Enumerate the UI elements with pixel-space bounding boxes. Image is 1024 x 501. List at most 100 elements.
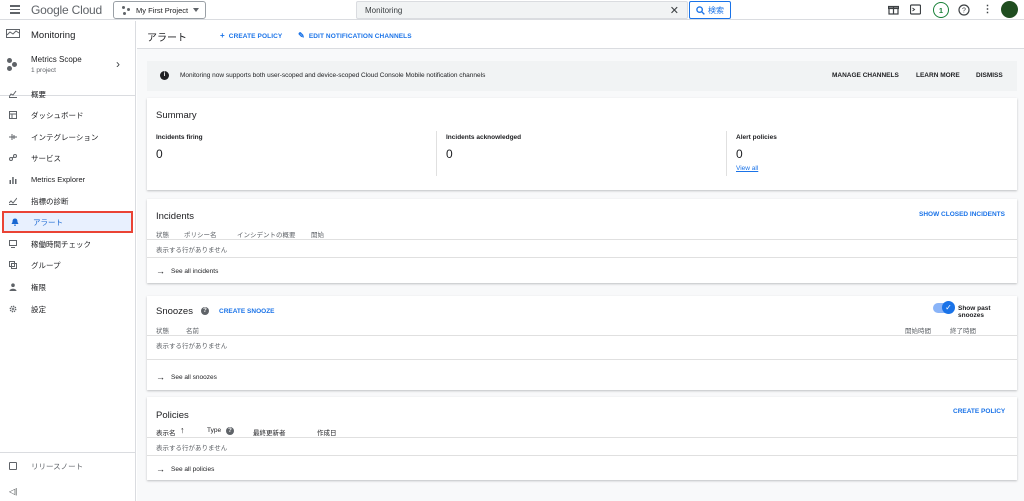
release-notes-link[interactable]: リリースノート [0,452,135,478]
column-header[interactable]: 最終更新者 [253,427,286,437]
search-icon [696,5,705,15]
sidebar-item-services[interactable]: サービス [0,147,135,168]
sidebar-item-integrations[interactable]: インテグレーション [0,126,135,147]
divider [147,455,1017,456]
arrow-right-icon: → [156,266,165,276]
sidebar-item-groups[interactable]: グループ [0,254,135,275]
search-button[interactable]: 検索 [689,1,731,19]
create-policy-label: CREATE POLICY [228,33,283,40]
gift-icon[interactable] [887,3,900,16]
project-selector[interactable]: My First Project [113,1,206,19]
scope-subtitle: 1 project [31,67,56,74]
column-header[interactable]: 名前 [186,325,199,335]
services-icon [9,154,17,161]
edit-notification-channels-button[interactable]: ✎ EDIT NOTIFICATION CHANNELS [298,31,412,40]
menu-icon[interactable] [10,5,20,14]
chart-area-icon [9,90,17,98]
sidebar-item-permissions[interactable]: 権限 [0,276,135,297]
column-header[interactable]: Type [207,427,221,434]
notification-badge[interactable]: 1 [933,2,949,18]
sidebar-item-dashboards[interactable]: ダッシュボード [0,104,135,125]
column-header[interactable]: 終了時間 [950,325,976,335]
groups-icon [9,261,17,269]
column-header[interactable]: ポリシー名 [184,229,217,239]
sidebar-item-alerting[interactable]: アラート [2,211,133,233]
incidents-title: Incidents [156,211,195,222]
help-icon[interactable]: ? [957,3,970,16]
incidents-acknowledged-label: Incidents acknowledged [446,134,522,141]
column-header[interactable]: 開始 [311,229,324,239]
column-header[interactable]: 状態 [156,229,169,239]
integration-icon [9,134,17,140]
sidebar-item-settings[interactable]: 設定 [0,298,135,319]
terminal-icon[interactable] [909,3,922,16]
plus-icon: + [220,31,225,40]
column-header[interactable]: インシデントの概要 [237,229,296,239]
alert-policies-label: Alert policies [736,134,777,141]
column-header[interactable]: 作成日 [317,427,337,437]
collapse-sidebar-button[interactable]: ◁| [9,487,17,496]
empty-message: 表示する行がありません [156,343,228,350]
bell-icon [11,218,19,226]
scope-title: Metrics Scope [31,55,82,64]
project-icon [122,5,131,15]
sidebar-item-label: 指標の診断 [31,197,69,206]
learn-more-button[interactable]: LEARN MORE [916,72,960,79]
sidebar-header: Monitoring [0,21,135,47]
help-icon[interactable]: ? [226,427,234,435]
page-title: アラート [147,33,187,44]
arrow-up-icon[interactable]: ↑ [180,425,185,435]
sidebar-title: Monitoring [31,30,76,41]
see-all-incidents-label: See all incidents [171,268,219,275]
notice-text: Monitoring now supports both user-scoped… [180,72,486,79]
release-notes-label: リリースノート [31,462,84,471]
create-policy-button[interactable]: + CREATE POLICY [220,31,282,40]
help-icon[interactable]: ? [201,307,209,315]
empty-message: 表示する行がありません [156,445,228,452]
see-all-policies-link[interactable]: → See all policies [156,463,214,474]
dismiss-button[interactable]: DISMISS [976,72,1003,79]
column-header[interactable]: 表示名 [156,427,176,437]
chevron-right-icon[interactable]: › [116,57,120,71]
top-bar: Google Cloud My First Project ✕ 検索 1 ? ⋮ [0,0,1024,20]
view-all-policies-link[interactable]: View all [736,165,758,172]
close-icon[interactable]: ✕ [670,4,679,17]
manage-channels-button[interactable]: MANAGE CHANNELS [832,72,899,79]
info-icon: i [160,71,169,80]
main-content: アラート + CREATE POLICY ✎ EDIT NOTIFICATION C… [137,21,1024,501]
column-header[interactable]: 開始時間 [905,325,931,335]
show-past-snoozes-label: Show past snoozes [958,305,991,319]
divider [147,359,1017,360]
logo-google-text: Google [31,3,69,17]
arrow-right-icon: → [156,464,165,474]
svg-text:?: ? [962,7,966,14]
avatar[interactable] [1001,1,1018,18]
incidents-card: Incidents SHOW CLOSED INCIDENTS 状態 ポリシー名… [147,199,1017,283]
search-bar[interactable]: ✕ [356,1,688,19]
create-snooze-button[interactable]: CREATE SNOOZE [219,308,275,315]
create-policy-button[interactable]: CREATE POLICY [953,408,1005,415]
snoozes-title: Snoozes [156,306,193,317]
sidebar-item-overview[interactable]: 概要 [0,83,135,104]
chevron-down-icon [193,8,199,12]
sidebar-item-label: Metrics Explorer [31,175,86,184]
column-header[interactable]: 状態 [156,325,169,335]
show-closed-incidents-button[interactable]: SHOW CLOSED INCIDENTS [919,211,1005,218]
sidebar-item-label: ダッシュボード [31,111,84,120]
notice-banner: i Monitoring now supports both user-scop… [147,61,1017,91]
monitoring-icon [6,29,20,38]
sidebar: Monitoring Metrics Scope 1 project › 概要 … [0,21,136,501]
sidebar-item-label: 設定 [31,305,46,314]
see-all-snoozes-link[interactable]: → See all snoozes [156,371,217,382]
see-all-incidents-link[interactable]: → See all incidents [156,265,219,276]
sidebar-item-diagnostics[interactable]: 指標の診断 [0,190,135,211]
check-icon: ✓ [942,301,955,314]
google-cloud-logo[interactable]: Google Cloud [31,3,102,17]
show-past-snoozes-toggle[interactable]: ✓ [933,301,955,314]
sidebar-item-metrics-explorer[interactable]: Metrics Explorer [0,169,135,190]
search-input[interactable] [365,5,655,15]
sidebar-item-label: グループ [31,261,61,270]
sidebar-item-uptime-checks[interactable]: 稼働時間チェック [0,233,135,254]
more-vert-icon[interactable]: ⋮ [981,3,994,16]
summary-card: Summary Incidents firing 0 Incidents ack… [147,98,1017,190]
